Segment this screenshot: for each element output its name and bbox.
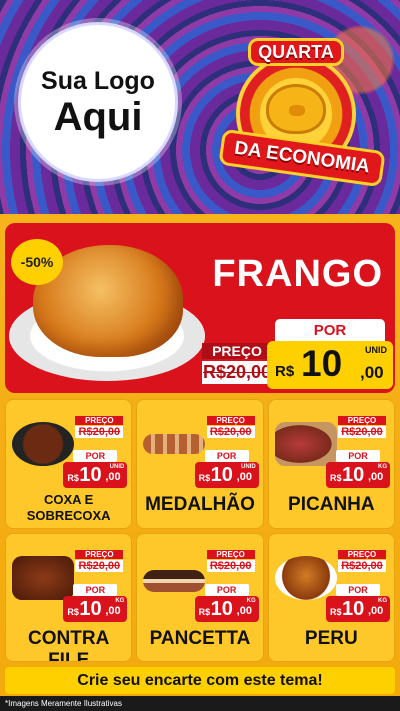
new-price-block: R$ 10 ,00 UNID xyxy=(63,462,128,488)
price-integer: 10 xyxy=(301,343,343,384)
por-label: POR xyxy=(73,450,118,462)
old-price-value: R$20,00 xyxy=(338,559,386,572)
por-label: POR xyxy=(73,583,118,596)
old-price-block: PREÇO R$20,00 xyxy=(75,416,124,450)
price-integer: 10 xyxy=(79,464,102,486)
product-card-picanha[interactable]: PREÇO R$20,00 POR R$ 10 ,00 KG PICANHA xyxy=(267,399,395,529)
old-price-label: PREÇO xyxy=(206,549,255,559)
product-card-contra-file[interactable]: PREÇO R$20,00 POR R$ 10 ,00 KG CONTRA FI… xyxy=(5,532,133,662)
badge-title-top: QUARTA xyxy=(248,38,344,66)
price-unit: UNID xyxy=(365,345,387,355)
product-name: PERU xyxy=(304,627,358,649)
product-name: COXA E SOBRECOXA xyxy=(26,492,111,524)
old-price-block: PREÇO R$20,00 xyxy=(338,416,386,450)
old-price-value: R$20,00 xyxy=(202,361,272,384)
product-card-pancetta[interactable]: PREÇO R$20,00 POR R$ 10 ,00 KG PANCETTA xyxy=(136,532,264,662)
new-price-block: R$ 10 ,00 KG xyxy=(63,595,128,622)
price-decimal: ,00 xyxy=(360,363,384,382)
old-price-label: PREÇO xyxy=(75,416,124,425)
price-unit: KG xyxy=(246,597,256,604)
piggy-bank-icon xyxy=(266,84,326,134)
product-image xyxy=(12,555,74,600)
product-card-coxa[interactable]: PREÇO R$20,00 POR R$ 10 ,00 UNID COXA E … xyxy=(5,399,133,529)
product-image xyxy=(274,555,337,600)
price-unit: KG xyxy=(115,597,125,604)
new-price-block: R$ 10 ,00 KG xyxy=(326,462,390,488)
product-name: PICANHA xyxy=(288,494,375,515)
price-decimal: ,00 xyxy=(236,471,252,483)
quarta-da-economia-badge: QUARTA DA ECONOMIA xyxy=(218,32,386,188)
old-price-value: R$20,00 xyxy=(75,559,124,572)
price-currency: R$ xyxy=(67,473,79,483)
price-integer: 10 xyxy=(210,597,233,620)
old-price-value: R$20,00 xyxy=(338,426,386,438)
por-label: POR xyxy=(275,319,385,343)
price-unit: KG xyxy=(378,597,387,604)
price-decimal: ,00 xyxy=(105,471,121,483)
logo-placeholder[interactable]: Sua Logo Aqui xyxy=(18,22,178,182)
product-name: CONTRA FILE xyxy=(28,627,110,662)
old-price-block: PREÇO R$20,00 xyxy=(338,549,386,584)
por-label: POR xyxy=(204,583,249,596)
product-card-peru[interactable]: PREÇO R$20,00 POR R$ 10 ,00 KG PERU xyxy=(267,532,395,662)
price-decimal: ,00 xyxy=(368,604,384,617)
price-currency: R$ xyxy=(67,606,79,617)
old-price-value: R$20,00 xyxy=(75,426,124,438)
old-price-label: PREÇO xyxy=(338,416,386,425)
price-unit: UNID xyxy=(109,464,125,470)
por-label: POR xyxy=(336,583,380,596)
product-name: PANCETTA xyxy=(149,627,251,649)
price-integer: 10 xyxy=(342,597,365,620)
price-currency: R$ xyxy=(330,473,342,483)
por-label: POR xyxy=(336,450,380,462)
price-currency: R$ xyxy=(198,606,211,617)
price-currency: R$ xyxy=(330,606,342,617)
flyer-main: -50% FRANGO PREÇO R$20,00 POR R$ 10 ,00 … xyxy=(0,214,400,711)
price-integer: 10 xyxy=(210,464,233,486)
price-decimal: ,00 xyxy=(236,604,252,617)
product-image xyxy=(274,422,337,466)
price-integer: 10 xyxy=(342,464,365,486)
product-grid: PREÇO R$20,00 POR R$ 10 ,00 UNID COXA E … xyxy=(5,399,395,662)
disclaimer-text: *Imagens Meramente Ilustrativas xyxy=(0,696,400,711)
por-label: POR xyxy=(204,450,249,462)
product-image xyxy=(143,569,206,592)
old-price-value: R$20,00 xyxy=(206,559,255,572)
old-price-label: PREÇO xyxy=(206,416,255,425)
old-price-label: PREÇO xyxy=(75,549,124,559)
price-currency: R$ xyxy=(198,473,211,483)
featured-product-frango[interactable]: -50% FRANGO PREÇO R$20,00 POR R$ 10 ,00 … xyxy=(5,223,395,393)
old-price-block: PREÇO R$20,00 xyxy=(206,549,255,584)
logo-text-line1: Sua Logo xyxy=(41,66,155,95)
new-price-block: R$ 10 ,00 KG xyxy=(194,595,259,622)
price-decimal: ,00 xyxy=(105,604,121,617)
old-price-value: R$20,00 xyxy=(206,426,255,438)
price-unit: UNID xyxy=(240,464,256,470)
discount-badge: -50% xyxy=(11,239,63,285)
old-price-block: PREÇO R$20,00 xyxy=(75,549,124,584)
price-currency: R$ xyxy=(275,363,295,380)
product-card-medalhao[interactable]: PREÇO R$20,00 POR R$ 10 ,00 UNID MEDALHÃ… xyxy=(136,399,264,529)
header-banner: Sua Logo Aqui QUARTA DA ECONOMIA xyxy=(0,0,400,214)
product-image xyxy=(143,434,206,454)
old-price-label: PREÇO xyxy=(338,549,386,559)
featured-product-title: FRANGO xyxy=(212,253,383,295)
cta-banner[interactable]: Crie seu encarte com este tema! xyxy=(5,667,395,694)
price-unit: KG xyxy=(378,464,387,470)
old-price-label: PREÇO xyxy=(202,343,272,359)
logo-text-line2: Aqui xyxy=(53,94,143,139)
product-image xyxy=(12,422,74,466)
new-price-block: R$ 10 ,00 UNID xyxy=(267,341,393,389)
product-name: MEDALHÃO xyxy=(145,494,255,515)
price-decimal: ,00 xyxy=(368,471,384,483)
old-price-block: PREÇO R$20,00 xyxy=(202,343,272,387)
old-price-block: PREÇO R$20,00 xyxy=(206,416,255,450)
new-price-block: R$ 10 ,00 UNID xyxy=(194,462,259,488)
new-price-block: R$ 10 ,00 KG xyxy=(326,595,390,622)
price-integer: 10 xyxy=(79,597,102,620)
